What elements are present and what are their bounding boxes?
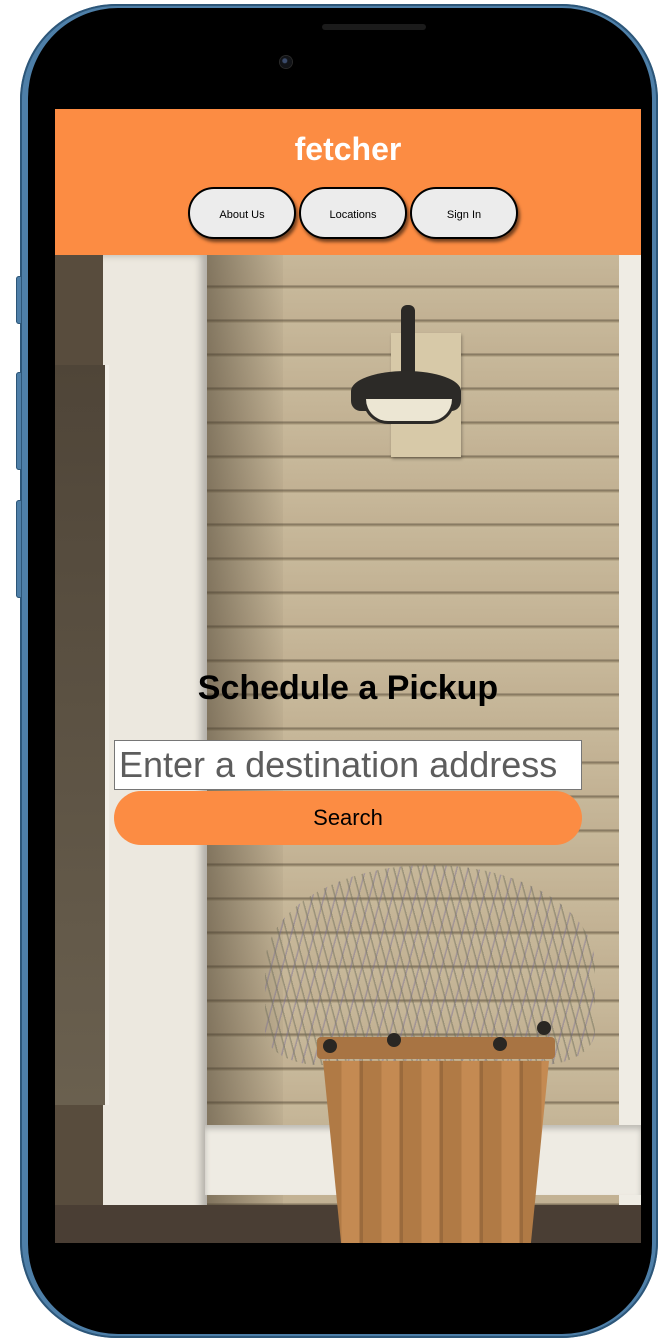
planter-finial — [387, 1033, 401, 1047]
phone-side-button — [16, 372, 22, 470]
nav-about-us-button[interactable]: About Us — [188, 187, 296, 239]
page-title: Schedule a Pickup — [197, 669, 499, 707]
planter-finial — [323, 1039, 337, 1053]
phone-side-button — [16, 500, 22, 598]
search-button[interactable]: Search — [114, 791, 582, 845]
phone-side-button — [16, 276, 22, 324]
planter-finial — [537, 1021, 551, 1035]
planter-rim — [317, 1037, 555, 1059]
front-camera — [280, 56, 292, 68]
nav-sign-in-button[interactable]: Sign In — [410, 187, 518, 239]
header: fetcher About Us Locations Sign In — [55, 109, 641, 255]
brand-logo[interactable]: fetcher — [55, 131, 641, 168]
lavender-plant — [265, 865, 595, 1065]
screen: fetcher About Us Locations Sign In Sched… — [55, 109, 641, 1243]
lamp-shade — [363, 399, 455, 424]
right-trim — [619, 255, 641, 1243]
speaker-grille — [322, 24, 426, 30]
door-glass — [55, 365, 109, 1105]
planter-finial — [493, 1037, 507, 1051]
nav-locations-button[interactable]: Locations — [299, 187, 407, 239]
destination-address-input[interactable] — [114, 740, 582, 790]
wooden-planter — [323, 1060, 549, 1243]
